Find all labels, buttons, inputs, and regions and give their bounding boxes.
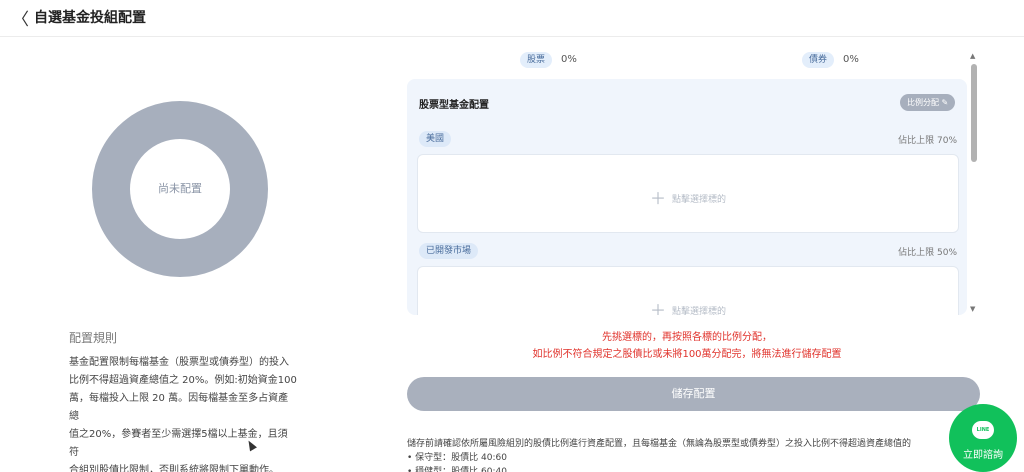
line-consult-label: 立即諮詢 [963,450,1003,461]
warning-line-2: 如比例不符合規定之股債比或未將100萬分配完，將無法進行儲存配置 [532,349,842,360]
line-logo-icon: LINE [972,421,994,439]
back-button[interactable]: 〈 [12,5,29,30]
line-consult-button[interactable]: LINE 立即諮詢 [949,404,1017,472]
rules-line: 比例不得超過資產總值之 20%。例如:初始資金100 [69,375,297,386]
pick-target-us[interactable]: ＋ 點擊選擇標的 [417,154,959,233]
rules-title: 配置規則 [69,331,118,345]
scroll-up-icon[interactable]: ▲ [970,52,975,60]
rules-line: 萬，每檔投入上限 20 萬。因每檔基金至多占資產總 [69,393,289,422]
stock-fund-panel: 股票型基金配置 比例分配 ✎ 美國 佔比上限 70% ＋ 點擊選擇標的 已開發市場… [407,79,967,315]
pick-target-text: 點擊選擇標的 [672,195,727,205]
plus-icon: ＋ [649,189,666,208]
note-line: 儲存前請確認依所屬風險組別的股債比例進行資產配置，且每檔基金（無論為股票型或債券… [407,439,912,449]
note-line: • 穩健型：股債比 60:40 [407,467,507,472]
limit-label-us: 佔比上限 70% [898,136,957,146]
scroll-thumb[interactable] [971,64,977,162]
market-tag-developed: 已開發市場 [419,243,479,259]
limit-label-developed: 佔比上限 50% [898,248,957,258]
rules-line: 基金配置限制每檔基金（股票型或債券型）的投入 [69,357,289,368]
allocation-donut-chart: 尚未配置 [92,101,268,277]
pick-target-hint: ＋ 點擊選擇標的 [418,185,958,209]
warning-line-1: 先挑選標的，再按照各標的比例分配， [602,332,772,343]
stock-ratio-value: 0% [561,54,577,65]
rules-line: 合組別股債比限制，否則系統將限制下單動作。 [69,465,279,472]
donut-center-label: 尚未配置 [158,182,202,195]
plus-icon: ＋ [649,301,666,315]
panel-title: 股票型基金配置 [419,100,489,111]
pick-target-developed[interactable]: ＋ 點擊選擇標的 [417,266,959,315]
rules-line: 值之20%，參賽者至少需選擇5檔以上基金，且須符 [69,429,288,458]
header-bar: 〈 自選基金投組配置 [0,0,1024,37]
note-line: • 保守型：股債比 40:60 [407,453,507,463]
ratio-allocate-button[interactable]: 比例分配 ✎ [900,94,956,111]
bond-ratio-label: 債券 [802,52,835,68]
scroll-down-icon[interactable]: ▼ [970,305,975,313]
rules-body: 基金配置限制每檔基金（股票型或債券型）的投入 比例不得超過資產總值之 20%。例… [69,354,297,472]
stock-ratio-label: 股票 [520,52,553,68]
market-tag-us: 美國 [419,131,452,147]
pick-target-text: 點擊選擇標的 [672,307,727,315]
panel-scrollbar[interactable]: ▲ ▼ [969,52,979,316]
chevron-left-icon: 〈 [12,10,29,30]
bond-ratio-value: 0% [843,54,859,65]
page-title: 自選基金投組配置 [34,10,146,26]
pick-target-hint: ＋ 點擊選擇標的 [418,297,958,315]
save-allocation-button[interactable]: 儲存配置 [407,377,980,411]
